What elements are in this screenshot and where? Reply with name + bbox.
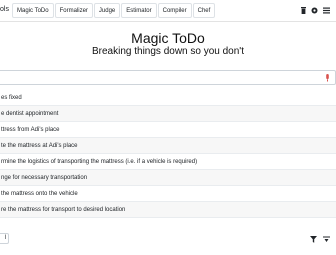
tab-chef[interactable]: Chef — [192, 3, 216, 18]
page-title: Magic ToDo — [131, 30, 205, 46]
settings-icon[interactable] — [311, 7, 318, 14]
sort-icon[interactable] — [323, 236, 330, 243]
tab-compiler[interactable]: Compiler — [157, 3, 192, 18]
list-item[interactable]: rmine the logistics of transporting the … — [0, 154, 336, 170]
list-item[interactable]: nge for necessary transportation — [0, 170, 336, 186]
page-subtitle: Breaking things down so you don't — [91, 46, 244, 57]
trash-icon[interactable] — [301, 7, 306, 14]
list-item[interactable]: te the mattress at Adi's place — [0, 138, 336, 154]
bottom-select[interactable]: l — [0, 233, 9, 244]
list-item[interactable]: re the mattress for transport to desired… — [0, 202, 336, 218]
tab-estimator[interactable]: Estimator — [121, 3, 157, 18]
task-list: es fixed e dentist appointment ttress fr… — [0, 90, 336, 218]
list-icon[interactable] — [323, 7, 330, 14]
nav-icons — [301, 7, 330, 14]
task-input[interactable] — [0, 70, 336, 85]
filter-icon[interactable] — [310, 236, 317, 243]
microphone-icon[interactable] — [325, 74, 330, 82]
tab-bar: Magic ToDo Formalizer Judge Estimator Co… — [12, 3, 216, 18]
bottom-actions — [310, 236, 330, 243]
list-item[interactable]: ttress from Adi's place — [0, 122, 336, 138]
list-item[interactable]: the mattress onto the vehicle — [0, 186, 336, 202]
tab-formalizer[interactable]: Formalizer — [54, 3, 93, 18]
tab-judge[interactable]: Judge — [93, 3, 121, 18]
list-item[interactable]: es fixed — [0, 90, 336, 106]
brand[interactable]: ols — [0, 6, 9, 13]
tab-magic-todo[interactable]: Magic ToDo — [12, 3, 54, 18]
list-item[interactable]: e dentist appointment — [0, 106, 336, 122]
navbar: ols Magic ToDo Formalizer Judge Estimato… — [0, 0, 336, 22]
